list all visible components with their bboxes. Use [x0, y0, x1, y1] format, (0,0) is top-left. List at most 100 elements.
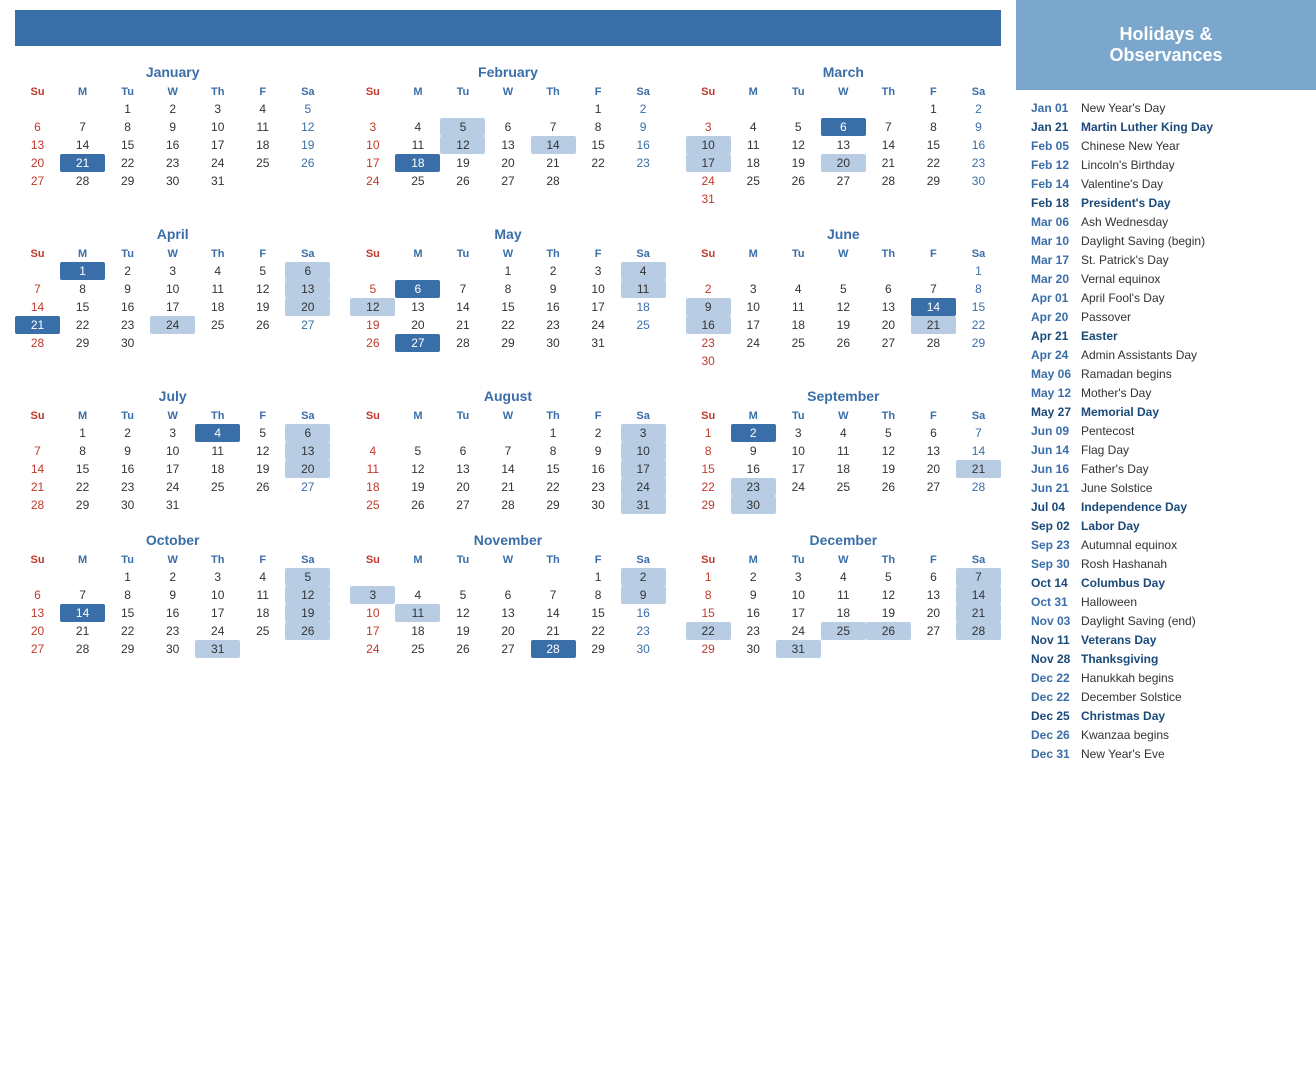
day-header: Tu — [776, 552, 821, 568]
calendar-day: 10 — [350, 136, 395, 154]
day-header: W — [821, 408, 866, 424]
day-header: Su — [686, 408, 731, 424]
calendar-day: 5 — [285, 568, 330, 586]
calendar-day: 20 — [15, 154, 60, 172]
calendar-day: 4 — [776, 280, 821, 298]
calendar-day: 21 — [531, 154, 576, 172]
holiday-item: Dec 22Hanukkah begins — [1031, 668, 1301, 687]
calendar-day — [285, 640, 330, 658]
holiday-name: Columbus Day — [1081, 576, 1165, 590]
calendar-table: SuMTuWThFSa12345678910111213141516171819… — [350, 84, 665, 190]
holiday-item: Jun 09Pentecost — [1031, 421, 1301, 440]
calendar-day: 16 — [105, 298, 150, 316]
calendar-day: 17 — [195, 136, 240, 154]
calendar-day: 29 — [485, 334, 530, 352]
calendar-day: 16 — [531, 298, 576, 316]
calendar-day — [440, 424, 485, 442]
calendar-day: 9 — [621, 586, 666, 604]
calendar-day: 30 — [956, 172, 1001, 190]
calendar-day — [911, 352, 956, 370]
calendar-day: 17 — [150, 298, 195, 316]
calendar-day: 26 — [240, 478, 285, 496]
calendar-day: 8 — [576, 118, 621, 136]
holiday-name: Veterans Day — [1081, 633, 1156, 647]
calendar-day: 4 — [395, 118, 440, 136]
day-header: F — [240, 408, 285, 424]
holiday-date: Jul 04 — [1031, 500, 1081, 514]
calendar-day: 27 — [395, 334, 440, 352]
month-title: May — [350, 226, 665, 242]
holiday-name: New Year's Day — [1081, 101, 1165, 115]
main-container: JanuarySuMTuWThFSa1234567891011121314151… — [0, 0, 1316, 1080]
calendar-day: 6 — [285, 424, 330, 442]
calendar-day: 11 — [821, 442, 866, 460]
holiday-name: St. Patrick's Day — [1081, 253, 1169, 267]
day-header: Sa — [956, 552, 1001, 568]
calendar-day: 21 — [956, 460, 1001, 478]
holiday-name: Valentine's Day — [1081, 177, 1163, 191]
calendar-day: 5 — [776, 118, 821, 136]
calendar-day: 26 — [866, 622, 911, 640]
calendar-day — [776, 100, 821, 118]
calendar-day: 8 — [956, 280, 1001, 298]
month-title: September — [686, 388, 1001, 404]
calendar-day: 29 — [686, 640, 731, 658]
calendar-day: 7 — [956, 568, 1001, 586]
holiday-name: Martin Luther King Day — [1081, 120, 1213, 134]
holiday-date: Oct 31 — [1031, 595, 1081, 609]
calendar-day — [285, 172, 330, 190]
calendar-day: 5 — [240, 262, 285, 280]
calendar-day: 18 — [195, 298, 240, 316]
calendar-day: 4 — [731, 118, 776, 136]
calendar-day: 16 — [686, 316, 731, 334]
holiday-date: Apr 01 — [1031, 291, 1081, 305]
holiday-name: Halloween — [1081, 595, 1137, 609]
holiday-name: Lincoln's Birthday — [1081, 158, 1175, 172]
calendar-day: 1 — [576, 100, 621, 118]
calendar-day: 25 — [776, 334, 821, 352]
calendar-day: 21 — [531, 622, 576, 640]
holiday-date: Jun 14 — [1031, 443, 1081, 457]
calendar-day: 19 — [240, 298, 285, 316]
day-header: Sa — [621, 84, 666, 100]
day-header: Th — [866, 408, 911, 424]
month-block: SeptemberSuMTuWThFSa12345678910111213141… — [686, 388, 1001, 514]
calendar-day: 24 — [195, 622, 240, 640]
day-header: Tu — [105, 408, 150, 424]
holiday-name: Mother's Day — [1081, 386, 1151, 400]
calendar-day: 27 — [440, 496, 485, 514]
calendar-day: 26 — [776, 172, 821, 190]
month-title: June — [686, 226, 1001, 242]
calendar-day: 19 — [350, 316, 395, 334]
calendar-day: 23 — [731, 622, 776, 640]
calendar-day: 10 — [195, 118, 240, 136]
calendar-day: 4 — [821, 424, 866, 442]
calendar-day — [485, 100, 530, 118]
day-header: M — [60, 246, 105, 262]
calendar-day — [821, 496, 866, 514]
holiday-item: Dec 25Christmas Day — [1031, 706, 1301, 725]
calendar-day: 25 — [395, 172, 440, 190]
calendar-day: 14 — [15, 460, 60, 478]
calendar-day: 21 — [911, 316, 956, 334]
calendar-day: 28 — [60, 172, 105, 190]
calendar-day: 12 — [440, 604, 485, 622]
calendar-day: 9 — [686, 298, 731, 316]
calendar-day: 14 — [956, 442, 1001, 460]
calendar-day: 1 — [686, 424, 731, 442]
calendar-day: 15 — [531, 460, 576, 478]
calendar-day: 25 — [240, 154, 285, 172]
calendar-day — [621, 172, 666, 190]
calendar-day: 19 — [395, 478, 440, 496]
calendar-day: 10 — [731, 298, 776, 316]
calendar-day — [15, 100, 60, 118]
calendar-section: JanuarySuMTuWThFSa1234567891011121314151… — [0, 0, 1016, 1080]
calendar-day: 9 — [105, 442, 150, 460]
calendar-day — [866, 190, 911, 208]
calendar-day: 19 — [776, 154, 821, 172]
calendar-day: 18 — [395, 622, 440, 640]
calendar-day: 27 — [821, 172, 866, 190]
calendar-day: 12 — [240, 280, 285, 298]
month-block: MarchSuMTuWThFSa123456789101112131415161… — [686, 64, 1001, 208]
month-title: October — [15, 532, 330, 548]
